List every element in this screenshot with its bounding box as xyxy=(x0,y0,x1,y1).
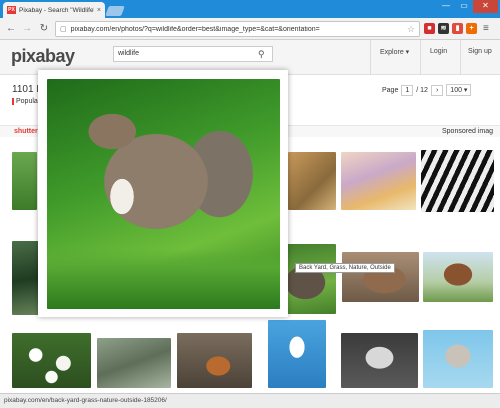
sponsored-left-thumbnail[interactable] xyxy=(12,152,37,210)
signup-link[interactable]: Sign up xyxy=(468,48,492,55)
squirrel-belly xyxy=(107,174,137,219)
reload-icon[interactable]: ↻ xyxy=(37,22,51,36)
forward-arrow-icon[interactable]: → xyxy=(20,22,34,36)
shutterstock-label[interactable]: shutter xyxy=(14,128,38,135)
filter-popular-tab[interactable]: Popular xyxy=(12,98,40,105)
pixabay-favicon-icon: PX xyxy=(7,6,16,14)
elk-thumbnail[interactable] xyxy=(423,252,493,302)
page-total: / 12 xyxy=(416,86,428,94)
status-bar: pixabay.com/en/back-yard-grass-nature-ou… xyxy=(0,393,500,408)
page-label: Page xyxy=(382,86,399,94)
pagination: Page 1 / 12 › 100 ▾ xyxy=(382,84,472,96)
squirrel-gray-thumbnail[interactable] xyxy=(341,333,418,388)
new-tab-button[interactable] xyxy=(105,6,125,16)
image-preview-popup[interactable] xyxy=(38,70,288,317)
prev-page-button[interactable]: › xyxy=(430,84,444,96)
back-arrow-icon[interactable]: ← xyxy=(4,22,18,36)
page-number-input[interactable]: 1 xyxy=(401,84,414,96)
bookmark-star-icon[interactable]: ☆ xyxy=(407,24,415,35)
results-count: 1101 I xyxy=(12,84,40,95)
pixabay-logo[interactable]: pixabay xyxy=(11,46,75,67)
logo-text: pixabay xyxy=(11,46,75,66)
minimize-button[interactable]: — xyxy=(437,0,455,13)
divider xyxy=(460,40,461,75)
ostrich-thumbnail[interactable] xyxy=(423,330,493,388)
squirrel-head xyxy=(82,109,137,154)
login-link[interactable]: Login xyxy=(430,48,447,55)
browser-toolbar: ← → ↻ ▢ pixabay.com/en/photos/?q=wildlif… xyxy=(0,18,500,40)
zebra-thumbnail[interactable] xyxy=(421,150,494,212)
url-text[interactable]: pixabay.com/en/photos/?q=wildlife&order=… xyxy=(71,26,403,33)
image-tooltip: Back Yard, Grass, Nature, Outside xyxy=(295,263,395,273)
explore-menu[interactable]: Explore ▾ xyxy=(380,48,409,56)
divider xyxy=(370,40,371,75)
grass-foreground xyxy=(47,249,280,309)
extension-plus-icon[interactable]: + xyxy=(466,23,477,34)
egret-thumbnail[interactable] xyxy=(268,320,326,388)
white-flowers-thumbnail[interactable] xyxy=(12,333,91,388)
close-window-button[interactable]: ✕ xyxy=(473,0,498,13)
lion-cubs-thumbnail[interactable] xyxy=(288,152,336,210)
maximize-button[interactable]: ▭ xyxy=(455,0,473,13)
browser-menu-icon[interactable]: ≡ xyxy=(483,23,493,34)
browser-tab[interactable]: PX Pixabay - Search "Wildlife" × xyxy=(3,2,105,18)
web-page: pixabay wildlife ⚲ Explore ▾ Login Sign … xyxy=(0,40,500,393)
extension-flag-icon[interactable]: ▮ xyxy=(452,23,463,34)
divider xyxy=(420,40,421,75)
deer-thumbnail[interactable] xyxy=(342,252,419,302)
squirrel-branch-thumbnail[interactable] xyxy=(177,333,252,388)
tab-close-icon[interactable]: × xyxy=(97,7,101,14)
tab-title: Pixabay - Search "Wildlife" xyxy=(19,6,94,14)
squirrel-preview-image[interactable] xyxy=(47,79,280,309)
per-page-select[interactable]: 100 ▾ xyxy=(446,84,472,96)
address-bar[interactable]: ▢ pixabay.com/en/photos/?q=wildlife&orde… xyxy=(55,21,420,37)
sponsored-images-label: Sponsored imag xyxy=(442,128,493,135)
butterfly-thumbnail[interactable] xyxy=(341,152,416,210)
alligator-thumbnail[interactable] xyxy=(97,338,171,388)
page-icon: ▢ xyxy=(60,26,67,33)
title-bar: PX Pixabay - Search "Wildlife" × — ▭ ✕ xyxy=(0,0,500,18)
search-icon[interactable]: ⚲ xyxy=(258,49,265,60)
extension-layers-icon[interactable]: ≋ xyxy=(438,23,449,34)
search-input[interactable]: wildlife xyxy=(113,46,273,62)
extension-red-icon[interactable]: ■ xyxy=(424,23,435,34)
